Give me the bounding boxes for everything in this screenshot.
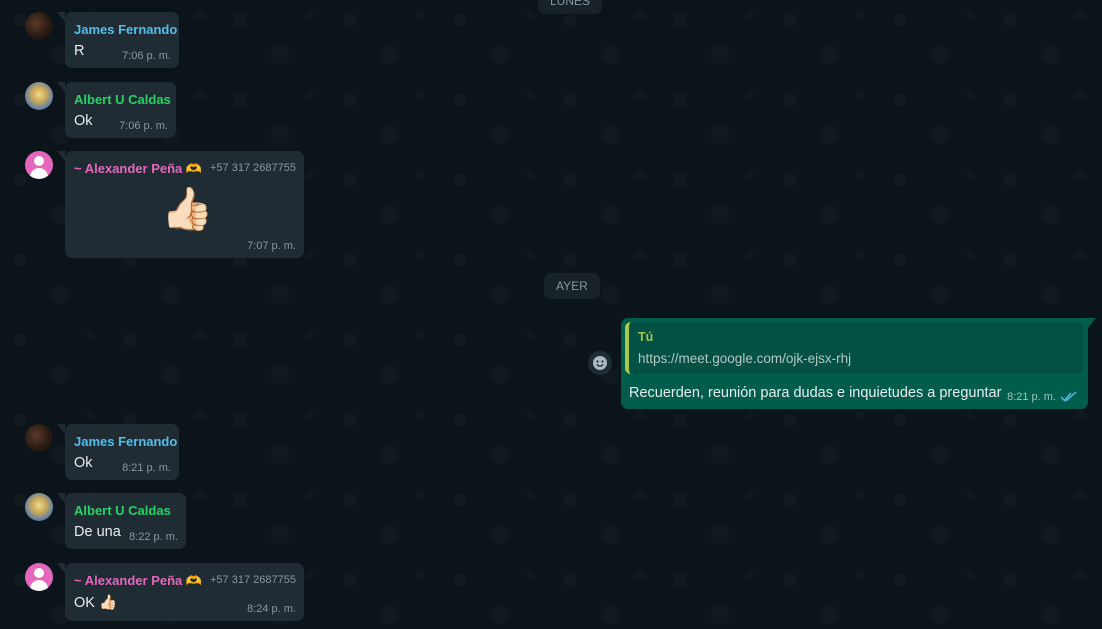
message-time: 7:06 p. m.: [122, 50, 171, 62]
message-text: Ok: [74, 455, 93, 471]
time-label: 8:21 p. m.: [1007, 391, 1056, 403]
message-time: 7:07 p. m.: [247, 240, 296, 252]
avatar-james-fernando[interactable]: [25, 12, 53, 40]
quoted-author: Tú: [638, 330, 654, 344]
sender-phone: +57 317 2687755: [210, 574, 296, 586]
message-time: 8:22 p. m.: [129, 531, 178, 543]
sender-name[interactable]: James Fernando: [74, 22, 177, 37]
message-time: 7:06 p. m.: [119, 120, 168, 132]
message-bubble[interactable]: Albert U Caldas Ok 7:06 p. m.: [57, 82, 176, 138]
chat-panel: LUNES James Fernando R 7:06 p. m. Albert…: [0, 0, 1102, 629]
avatar-james-fernando[interactable]: [25, 424, 53, 452]
sender-name[interactable]: James Fernando: [74, 434, 177, 449]
quoted-link-text: https://meet.google.com/ojk-ejsx-rhj: [638, 351, 852, 366]
double-check-read-icon: [1060, 391, 1077, 402]
message-time: 8:24 p. m.: [247, 603, 296, 615]
message-text: R: [74, 43, 85, 59]
sender-name[interactable]: ~ Alexander Peña 🫶: [74, 573, 202, 589]
thumbs-up-emoji: 👍🏻: [161, 185, 214, 232]
avatar-albert-u-caldas[interactable]: [25, 493, 53, 521]
message-bubble[interactable]: ~ Alexander Peña 🫶 +57 317 2687755 👍🏻 7:…: [57, 151, 304, 258]
avatar-default-user-icon[interactable]: [25, 563, 53, 591]
message-text: Recuerden, reunión para dudas e inquietu…: [629, 385, 1002, 401]
sender-name[interactable]: Albert U Caldas: [74, 503, 171, 518]
message-bubble[interactable]: Albert U Caldas De una 8:22 p. m.: [57, 493, 186, 549]
sender-name[interactable]: ~ Alexander Peña 🫶: [74, 161, 202, 177]
sender-name[interactable]: Albert U Caldas: [74, 92, 171, 107]
message-time: 8:21 p. m.: [122, 462, 171, 474]
message-time: 8:21 p. m.: [1007, 391, 1078, 403]
avatar-albert-u-caldas[interactable]: [25, 82, 53, 110]
message-bubble[interactable]: James Fernando Ok 8:21 p. m.: [57, 424, 179, 480]
emoji-reaction-button[interactable]: [588, 351, 612, 375]
message-text: OK 👍🏻: [74, 595, 118, 611]
date-divider-ayer: AYER: [544, 273, 600, 299]
outgoing-message-bubble[interactable]: Tú https://meet.google.com/ojk-ejsx-rhj …: [621, 318, 1096, 409]
quoted-message[interactable]: Tú https://meet.google.com/ojk-ejsx-rhj: [625, 322, 1083, 374]
sender-phone: +57 317 2687755: [210, 162, 296, 174]
avatar-default-user-icon[interactable]: [25, 151, 53, 179]
smiley-icon: [593, 356, 607, 370]
message-text: Ok: [74, 113, 93, 129]
message-bubble[interactable]: ~ Alexander Peña 🫶 +57 317 2687755 OK 👍🏻…: [57, 563, 304, 621]
date-divider-lunes: LUNES: [538, 0, 603, 14]
message-text: De una: [74, 524, 121, 540]
message-bubble[interactable]: James Fernando R 7:06 p. m.: [57, 12, 179, 68]
